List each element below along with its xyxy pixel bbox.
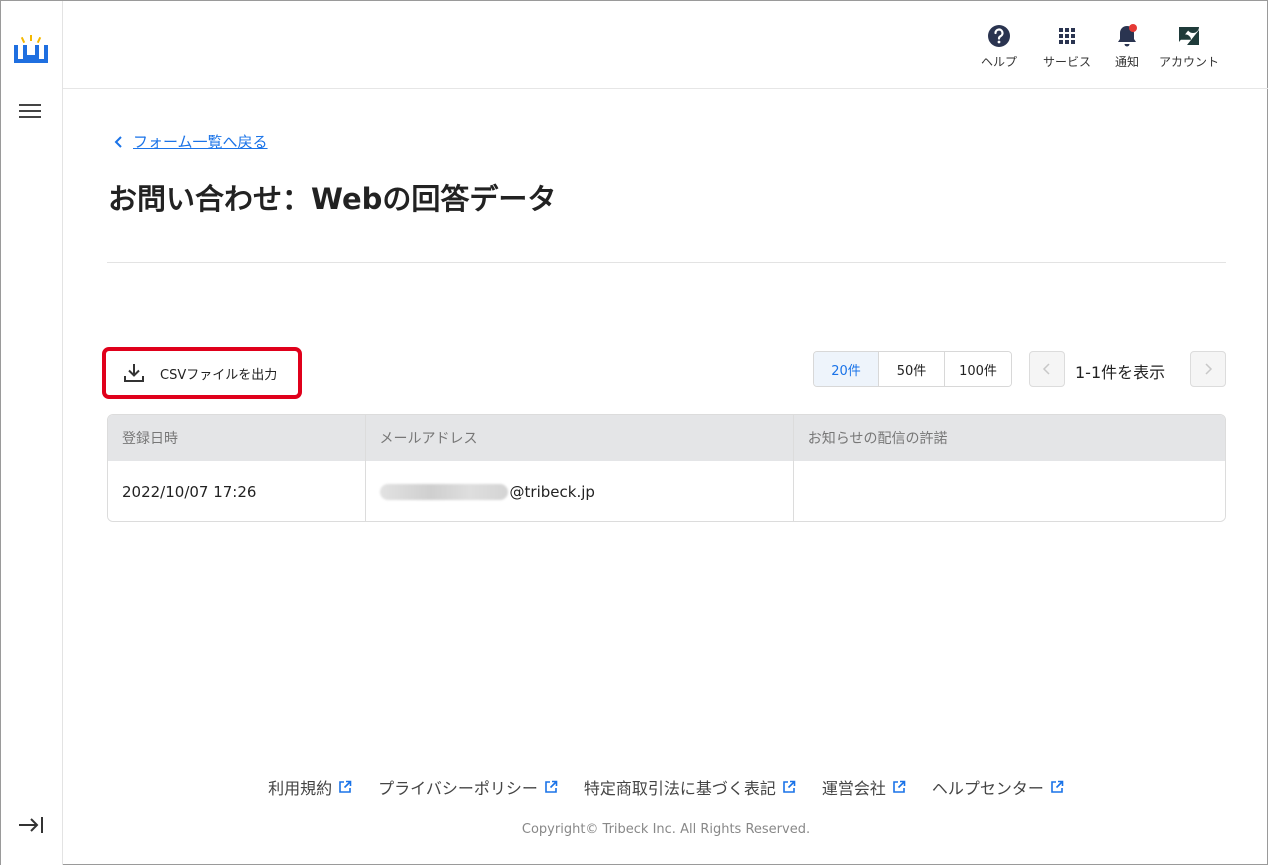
cell-consent <box>794 461 1225 521</box>
csv-export-label: CSVファイルを出力 <box>160 367 278 383</box>
redacted-email-local-part <box>379 483 508 500</box>
external-link-icon <box>545 780 558 793</box>
footer-links: 利用規約 プライバシーポリシー 特定商取引法に基づく表記 運営会社 ヘルプセンタ… <box>1 775 1268 799</box>
top-header: ヘルプ サービス 通知 アカウント <box>63 1 1268 89</box>
cell-email: @tribeck.jp <box>366 461 794 521</box>
per-page-50[interactable]: 50件 <box>879 352 945 386</box>
footer-link-label: ヘルプセンター <box>931 779 1044 798</box>
account-logo-icon <box>1179 27 1199 45</box>
prev-page-button[interactable] <box>1029 351 1065 387</box>
csv-export-button[interactable]: CSVファイルを出力 <box>102 347 302 399</box>
app-logo-icon[interactable] <box>13 35 49 71</box>
services-label: サービス <box>1043 55 1092 69</box>
next-page-button[interactable] <box>1190 351 1226 387</box>
column-header-registered-at[interactable]: 登録日時 <box>108 415 366 461</box>
back-to-form-list-link[interactable]: フォーム一覧へ戻る <box>113 131 268 152</box>
cell-registered-at: 2022/10/07 17:26 <box>108 461 366 521</box>
per-page-20[interactable]: 20件 <box>814 352 879 386</box>
table-header-row: 登録日時 メールアドレス お知らせの配信の許諾 <box>108 415 1225 461</box>
footer-link-commerce-law[interactable]: 特定商取引法に基づく表記 <box>584 775 796 799</box>
column-header-consent[interactable]: お知らせの配信の許諾 <box>794 415 1225 461</box>
external-link-icon <box>339 780 352 793</box>
help-icon <box>988 25 1010 47</box>
copyright-text: Copyright© Tribeck Inc. All Rights Reser… <box>521 822 811 837</box>
help-label: ヘルプ <box>981 55 1018 69</box>
services-button[interactable]: サービス <box>1043 23 1091 70</box>
table-row[interactable]: 2022/10/07 17:26 @tribeck.jp <box>108 461 1225 521</box>
chevron-right-icon <box>1205 363 1213 375</box>
footer-link-label: プライバシーポリシー <box>378 779 538 798</box>
per-page-selector: 20件 50件 100件 <box>813 351 1012 387</box>
per-page-100[interactable]: 100件 <box>945 352 1011 386</box>
help-button[interactable]: ヘルプ <box>981 23 1017 70</box>
grid-icon <box>1059 28 1075 44</box>
footer-link-label: 運営会社 <box>821 779 886 798</box>
external-link-icon <box>783 780 796 793</box>
notifications-label: 通知 <box>1114 55 1139 69</box>
footer-link-label: 特定商取引法に基づく表記 <box>583 779 776 798</box>
email-domain: @tribeck.jp <box>509 482 595 501</box>
chevron-left-icon <box>114 135 122 148</box>
account-button[interactable]: アカウント <box>1159 23 1219 70</box>
column-header-email[interactable]: メールアドレス <box>366 415 794 461</box>
external-link-icon <box>893 780 906 793</box>
hamburger-menu-icon[interactable] <box>19 100 43 122</box>
download-icon <box>124 364 144 382</box>
page-info: 1-1件を表示 <box>1075 363 1166 382</box>
footer-link-terms[interactable]: 利用規約 <box>268 775 352 799</box>
chevron-left-icon <box>1042 363 1050 375</box>
bell-icon <box>1118 24 1137 47</box>
sidebar <box>1 1 63 865</box>
page-title: お問い合わせ：Webの回答データ <box>108 182 557 216</box>
account-label: アカウント <box>1159 55 1220 69</box>
back-link-label: フォーム一覧へ戻る <box>133 133 268 151</box>
notifications-button[interactable]: 通知 <box>1114 23 1140 70</box>
header-divider <box>107 262 1226 263</box>
app-window: ヘルプ サービス 通知 アカウント フォーム一覧へ戻る お問い合わせ：Webの回… <box>0 0 1268 865</box>
footer-link-privacy[interactable]: プライバシーポリシー <box>378 775 558 799</box>
footer-link-company[interactable]: 運営会社 <box>822 775 906 799</box>
footer-link-label: 利用規約 <box>268 779 333 798</box>
external-link-icon <box>1051 780 1064 793</box>
footer-link-help-center[interactable]: ヘルプセンター <box>932 775 1064 799</box>
responses-table: 登録日時 メールアドレス お知らせの配信の許諾 2022/10/07 17:26… <box>107 414 1226 522</box>
